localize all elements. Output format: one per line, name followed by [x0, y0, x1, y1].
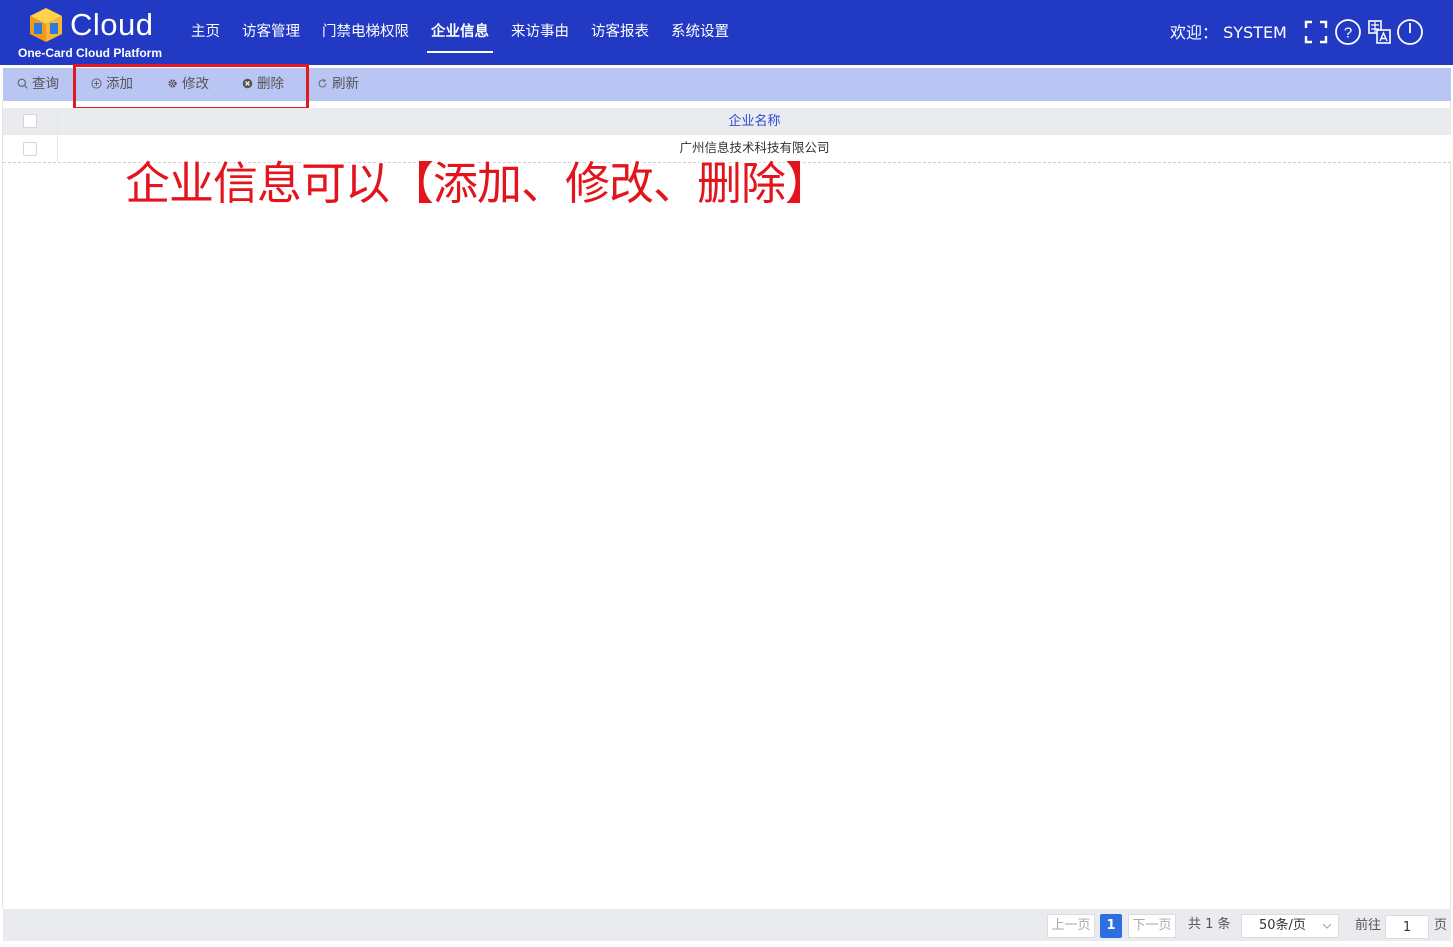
gear-icon	[168, 79, 177, 88]
edit-button[interactable]: 修改	[167, 68, 209, 101]
top-navbar: Cloud One-Card Cloud Platform 主页 访客管理 门禁…	[0, 0, 1453, 65]
query-button[interactable]: 查询	[17, 68, 59, 101]
nav-item-home[interactable]: 主页	[180, 0, 231, 65]
page-suffix: 页	[1434, 918, 1448, 933]
current-page-button[interactable]: 1	[1100, 914, 1122, 938]
goto-label: 前往	[1355, 918, 1382, 933]
pagination-bar: 上一页 1 下一页 共 1 条 50条/页 前往 页	[3, 909, 1451, 941]
total-count: 共 1 条	[1188, 917, 1231, 932]
nav-item-company-info[interactable]: 企业信息	[420, 0, 500, 65]
prev-page-button[interactable]: 上一页	[1047, 914, 1095, 938]
add-label: 添加	[106, 76, 133, 92]
nav-item-visitor-reports[interactable]: 访客报表	[580, 0, 660, 65]
nav-item-visit-reasons[interactable]: 来访事由	[500, 0, 580, 65]
annotation-text: 企业信息可以【添加、修改、删除】	[125, 157, 830, 210]
svg-text:?: ?	[1344, 25, 1352, 42]
page-size-select[interactable]: 50条/页	[1241, 914, 1339, 938]
select-all-checkbox[interactable]	[23, 114, 37, 128]
add-circle-icon	[91, 78, 102, 89]
logo-wordmark: Cloud	[70, 7, 154, 42]
row-checkbox-cell	[3, 135, 58, 162]
row-checkbox[interactable]	[23, 142, 37, 156]
logo-subtitle: One-Card Cloud Platform	[18, 46, 163, 60]
cube-logo-icon	[30, 8, 62, 42]
header-checkbox-cell	[3, 108, 58, 135]
app-root: Cloud One-Card Cloud Platform 主页 访客管理 门禁…	[0, 0, 1453, 947]
table-header: 企业名称	[3, 108, 1451, 135]
refresh-icon	[318, 78, 327, 88]
table-panel-border	[2, 101, 1451, 909]
toolbar: 查询 添加 修改 删除 刷新	[3, 68, 1451, 101]
language-icon[interactable]	[1366, 18, 1394, 46]
logo: Cloud One-Card Cloud Platform	[18, 4, 178, 62]
refresh-label: 刷新	[332, 76, 359, 92]
nav-item-access-elevator-permissions[interactable]: 门禁电梯权限	[311, 0, 420, 65]
column-header-company-name[interactable]: 企业名称	[58, 108, 1451, 135]
next-page-button[interactable]: 下一页	[1128, 914, 1176, 938]
delete-circle-icon	[242, 78, 253, 89]
refresh-button[interactable]: 刷新	[317, 68, 359, 101]
power-icon[interactable]	[1396, 18, 1424, 46]
fullscreen-icon[interactable]	[1302, 18, 1330, 46]
chevron-down-icon	[1322, 923, 1332, 929]
page-size-value: 50条/页	[1259, 918, 1306, 933]
main-nav: 主页 访客管理 门禁电梯权限 企业信息 来访事由 访客报表 系统设置	[180, 0, 740, 65]
welcome-text: 欢迎： SYSTEM	[1170, 23, 1287, 42]
nav-item-system-settings[interactable]: 系统设置	[660, 0, 740, 65]
help-icon[interactable]: ?	[1334, 18, 1362, 46]
query-label: 查询	[32, 76, 59, 92]
delete-label: 删除	[257, 76, 284, 92]
goto-page-input[interactable]	[1385, 915, 1429, 939]
nav-item-visitor-management[interactable]: 访客管理	[231, 0, 311, 65]
delete-button[interactable]: 删除	[242, 68, 284, 101]
add-button[interactable]: 添加	[91, 68, 133, 101]
edit-label: 修改	[182, 76, 209, 92]
search-icon	[17, 78, 28, 89]
